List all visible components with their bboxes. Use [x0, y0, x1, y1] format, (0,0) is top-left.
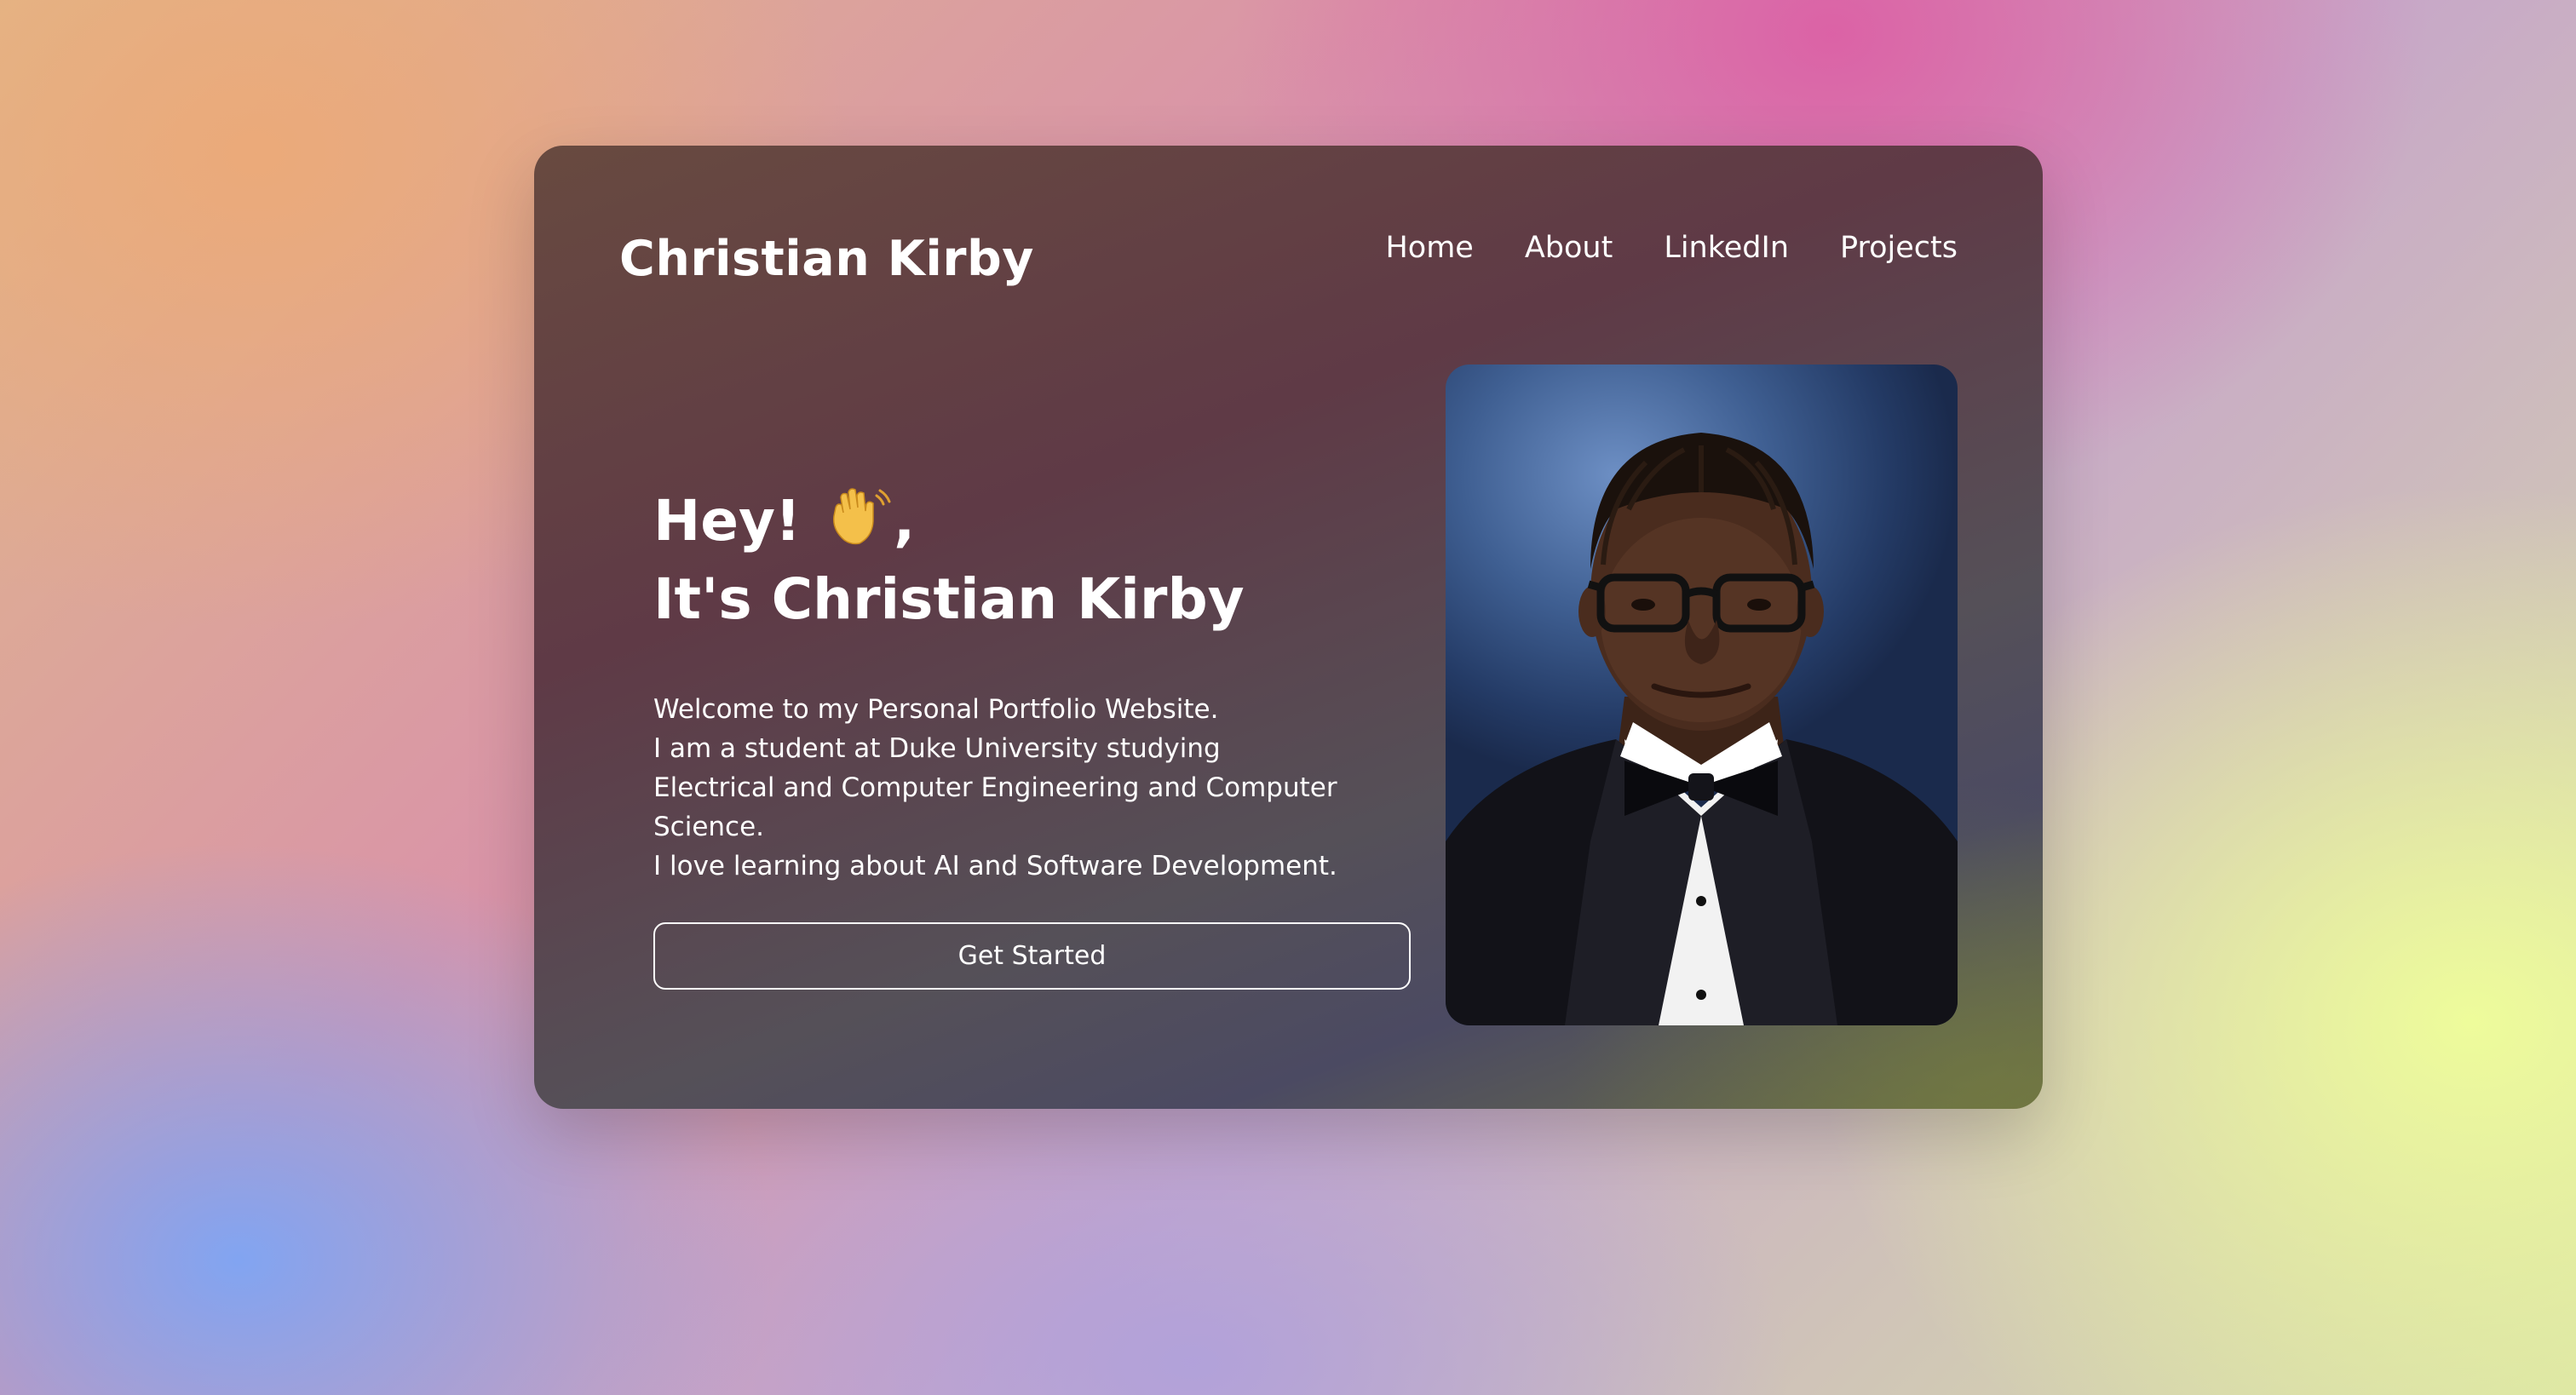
- greeting-comma: ,: [894, 488, 916, 554]
- intro-line: I am a student at Duke University studyi…: [653, 733, 1221, 764]
- hero-card: Christian Kirby Home About LinkedIn Proj…: [534, 146, 2043, 1109]
- nav-projects[interactable]: Projects: [1840, 231, 1958, 265]
- hero-heading: Hey! , It's Christian Kirby: [653, 482, 1420, 639]
- site-logo[interactable]: Christian Kirby: [619, 231, 1034, 287]
- nav-about[interactable]: About: [1525, 231, 1613, 265]
- profile-photo: [1446, 365, 1958, 1025]
- nav-home[interactable]: Home: [1385, 231, 1473, 265]
- intro-paragraph: Welcome to my Personal Portfolio Website…: [653, 690, 1420, 886]
- get-started-button[interactable]: Get Started: [653, 922, 1411, 990]
- intro-line: Electrical and Computer Engineering and …: [653, 772, 1337, 842]
- intro-line: Welcome to my Personal Portfolio Website…: [653, 694, 1219, 725]
- waving-hand-icon: [825, 487, 894, 547]
- greeting-text: Hey!: [653, 488, 802, 554]
- intro-line: I love learning about AI and Software De…: [653, 851, 1337, 881]
- nav-linkedin[interactable]: LinkedIn: [1664, 231, 1789, 265]
- main-nav: Home About LinkedIn Projects: [1385, 231, 1958, 265]
- hero-name: It's Christian Kirby: [653, 566, 1245, 632]
- hero-text: Hey! , It's Christian Kirby Welcome to m…: [653, 482, 1420, 886]
